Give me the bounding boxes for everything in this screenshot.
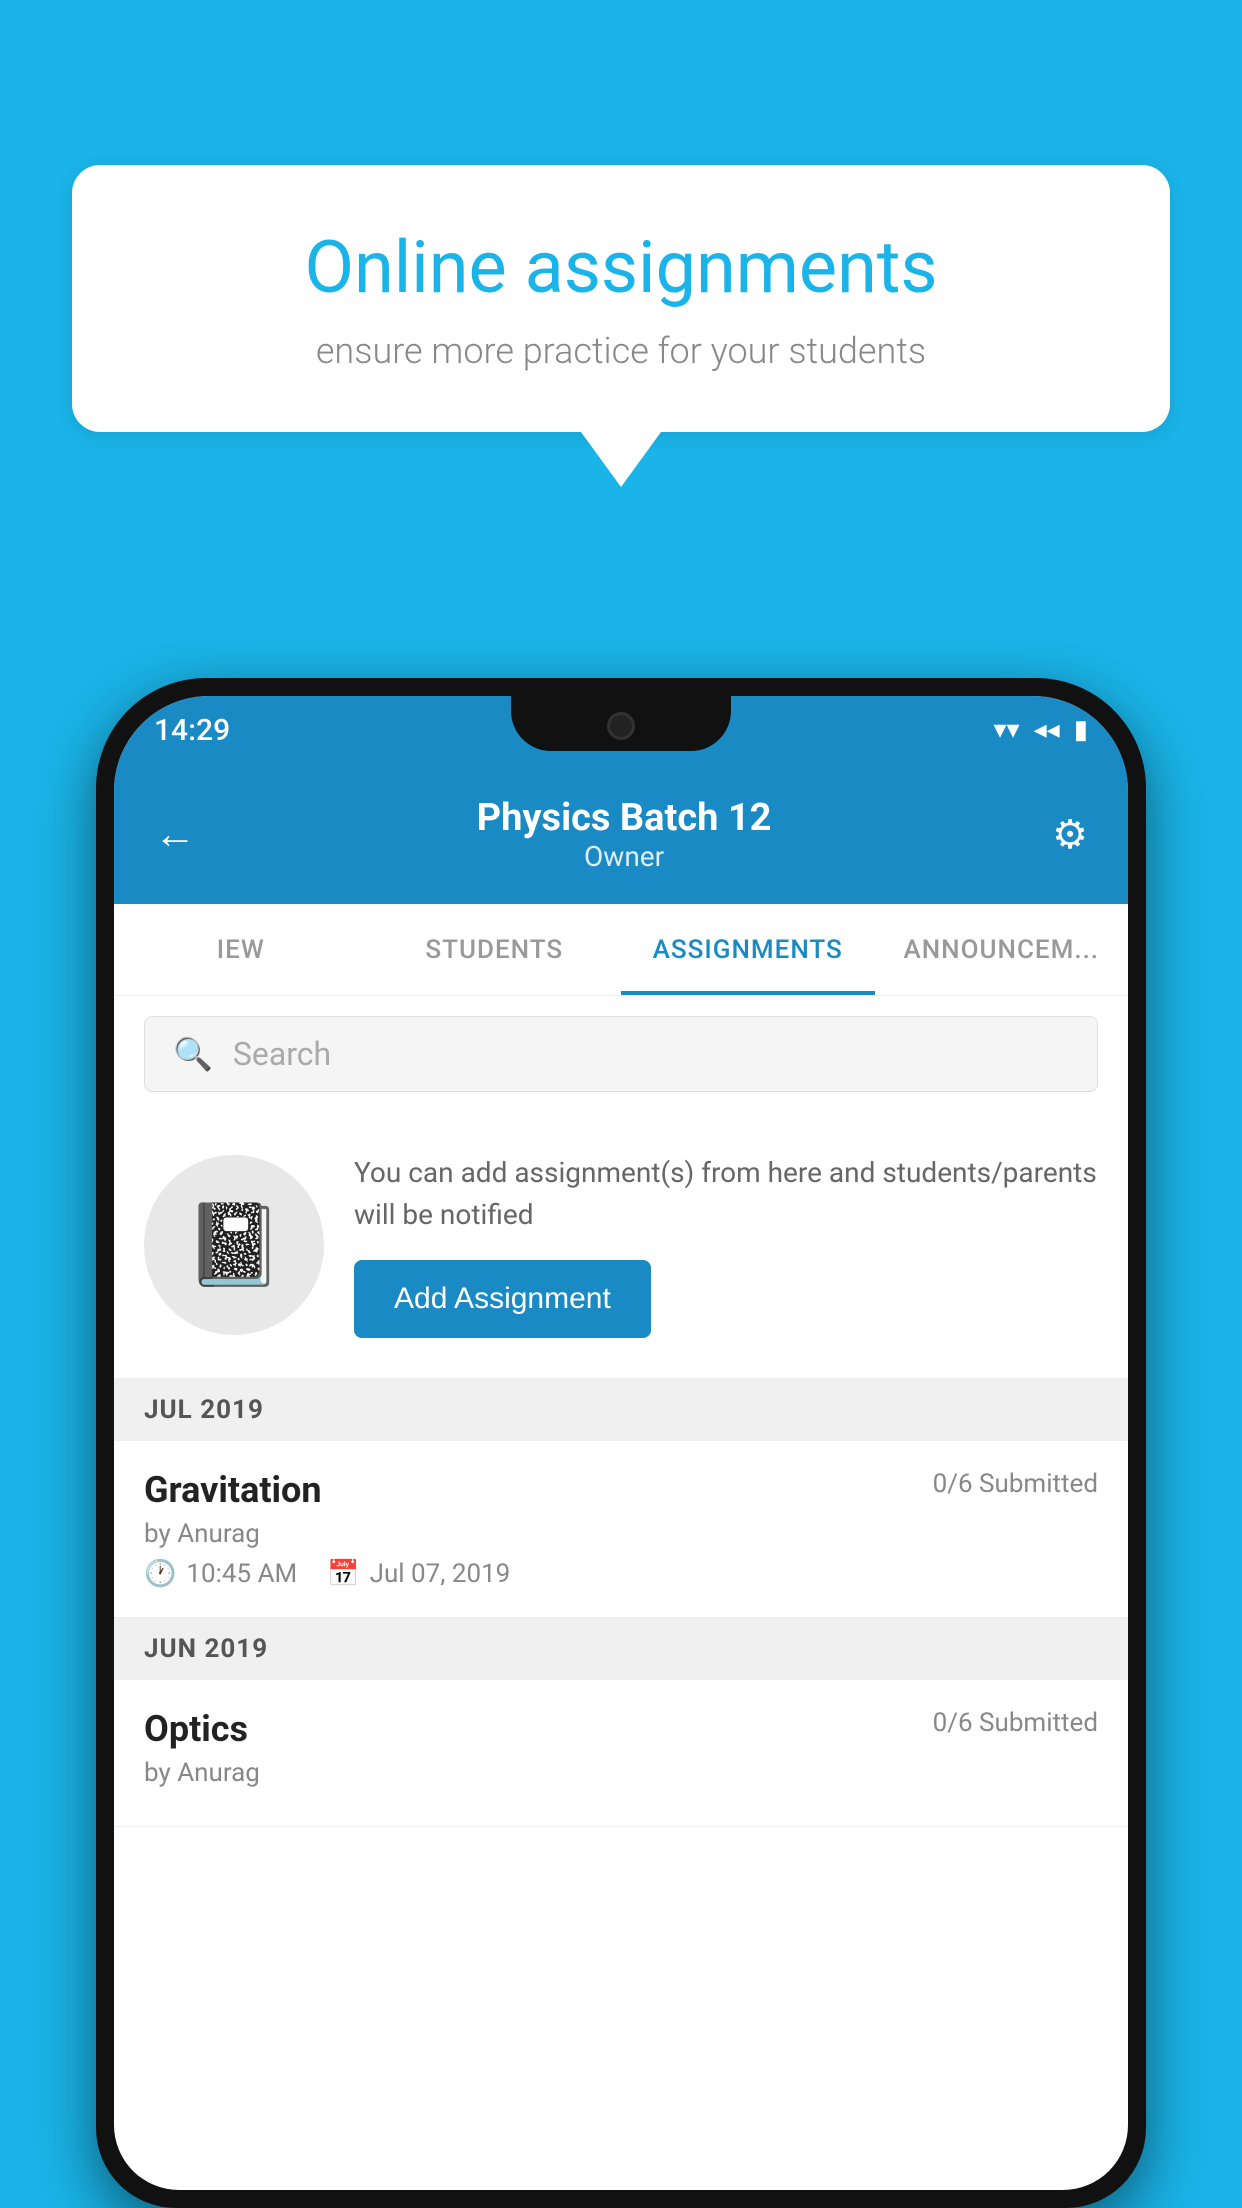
app-bar: ← Physics Batch 12 Owner ⚙ [114,764,1128,904]
search-icon: 🔍 [173,1035,213,1073]
tab-announcements[interactable]: ANNOUNCEM... [875,904,1129,995]
promo-text: You can add assignment(s) from here and … [354,1152,1098,1236]
phone-inner: 14:29 ▾▾ ◂◂ ▮ ← Physics Batch 12 Owner ⚙… [114,696,1128,2190]
phone-notch [511,696,731,751]
assignment-submitted-gravitation: 0/6 Submitted [933,1469,1098,1499]
tab-assignments[interactable]: ASSIGNMENTS [621,904,875,995]
assignment-row1: Gravitation 0/6 Submitted [144,1469,1098,1511]
assignment-date-value: Jul 07, 2019 [370,1559,511,1589]
assignment-gravitation[interactable]: Gravitation 0/6 Submitted by Anurag 🕐 10… [114,1441,1128,1618]
tab-view-label: IEW [217,935,265,965]
app-bar-title-container: Physics Batch 12 Owner [477,796,772,873]
status-time: 14:29 [154,713,230,748]
clock-icon: 🕐 [144,1559,176,1589]
assignment-meta-gravitation: 🕐 10:45 AM 📅 Jul 07, 2019 [144,1559,1098,1589]
calendar-icon: 📅 [327,1559,359,1589]
promo-right: You can add assignment(s) from here and … [354,1152,1098,1338]
tab-assignments-label: ASSIGNMENTS [653,935,843,965]
assignment-time-gravitation: 🕐 10:45 AM [144,1559,297,1589]
signal-icon: ◂◂ [1034,715,1060,745]
content-area: 🔍 Search 📓 You can add assignment(s) fro… [114,996,1128,1827]
assignment-name-optics: Optics [144,1708,248,1750]
notebook-icon: 📓 [184,1198,284,1292]
section-jun-2019: JUN 2019 [114,1618,1128,1680]
speech-bubble-subtitle: ensure more practice for your students [142,330,1100,372]
assignment-row1-optics: Optics 0/6 Submitted [144,1708,1098,1750]
settings-icon[interactable]: ⚙ [1052,811,1088,858]
tab-students[interactable]: STUDENTS [368,904,622,995]
speech-bubble-container: Online assignments ensure more practice … [72,165,1170,487]
assignment-author-optics: by Anurag [144,1758,1098,1788]
assignment-time-value: 10:45 AM [186,1559,297,1589]
section-jul-2019: JUL 2019 [114,1379,1128,1441]
assignment-author-gravitation: by Anurag [144,1519,1098,1549]
tab-announcements-label: ANNOUNCEM... [903,935,1099,965]
app-bar-subtitle: Owner [477,840,772,873]
assignment-date-gravitation: 📅 Jul 07, 2019 [327,1559,510,1589]
back-button[interactable]: ← [154,810,196,859]
tab-view[interactable]: IEW [114,904,368,995]
notebook-icon-circle: 📓 [144,1155,324,1335]
assignment-name-gravitation: Gravitation [144,1469,322,1511]
assignment-optics[interactable]: Optics 0/6 Submitted by Anurag [114,1680,1128,1827]
tab-students-label: STUDENTS [425,935,563,965]
add-assignment-promo: 📓 You can add assignment(s) from here an… [114,1112,1128,1379]
assignment-submitted-optics: 0/6 Submitted [933,1708,1098,1738]
speech-bubble-tail [581,432,661,487]
search-placeholder: Search [233,1035,331,1073]
battery-icon: ▮ [1074,715,1088,745]
status-icons: ▾▾ ◂◂ ▮ [993,715,1088,745]
wifi-icon: ▾▾ [993,715,1019,745]
search-bar-container: 🔍 Search [114,996,1128,1112]
phone-camera [607,712,635,740]
phone-frame: 14:29 ▾▾ ◂◂ ▮ ← Physics Batch 12 Owner ⚙… [96,678,1146,2208]
app-bar-title: Physics Batch 12 [477,796,772,840]
speech-bubble: Online assignments ensure more practice … [72,165,1170,432]
tabs-container: IEW STUDENTS ASSIGNMENTS ANNOUNCEM... [114,904,1128,996]
search-bar[interactable]: 🔍 Search [144,1016,1098,1092]
add-assignment-button[interactable]: Add Assignment [354,1260,651,1338]
speech-bubble-title: Online assignments [142,225,1100,310]
